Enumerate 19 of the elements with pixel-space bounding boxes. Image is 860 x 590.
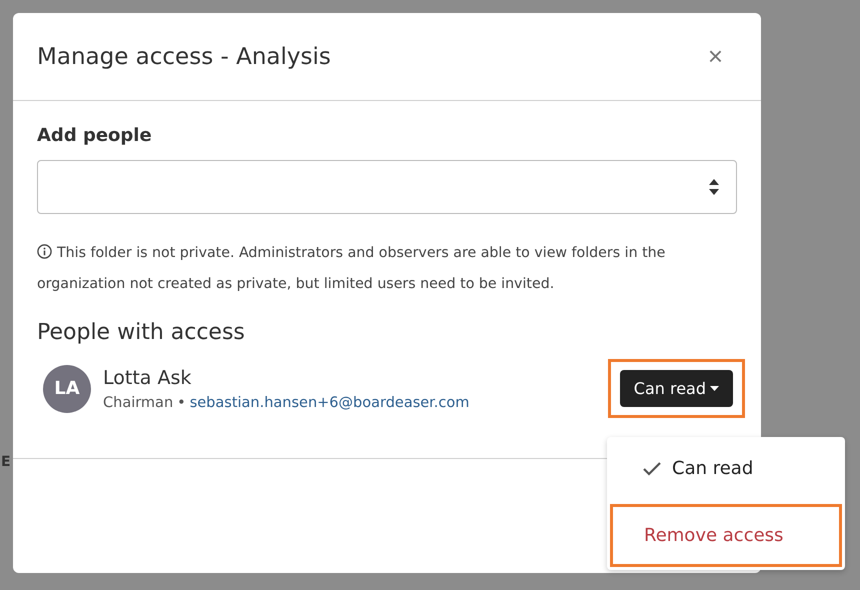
email-link[interactable]: sebastian.hansen+6@boardeaser.com <box>190 394 470 410</box>
dialog-title: Manage access - Analysis <box>37 44 331 70</box>
people-select[interactable] <box>37 160 737 214</box>
menu-item[interactable]: Can read <box>607 437 845 500</box>
field-label: Add people <box>37 125 153 146</box>
check-icon <box>642 460 662 477</box>
close-button[interactable]: × <box>708 41 723 72</box>
person-role: Chairman <box>103 394 174 410</box>
separator: • <box>177 394 186 410</box>
person-name: Lotta Ask <box>103 366 192 388</box>
sort-caret-icon <box>708 178 720 196</box>
caret-icon <box>710 386 719 391</box>
avatar: LA <box>43 364 91 412</box>
background-text: E <box>1 454 11 470</box>
permission-button[interactable]: Can read <box>620 370 733 407</box>
info-text: This folder is not private. Administrators and observers are able to view folders in the organization not created as private, but limited users need to be invited. <box>37 243 666 294</box>
section-heading: People with access <box>37 320 246 345</box>
menu-item[interactable]: Remove access <box>610 504 842 567</box>
info-icon <box>37 244 52 259</box>
